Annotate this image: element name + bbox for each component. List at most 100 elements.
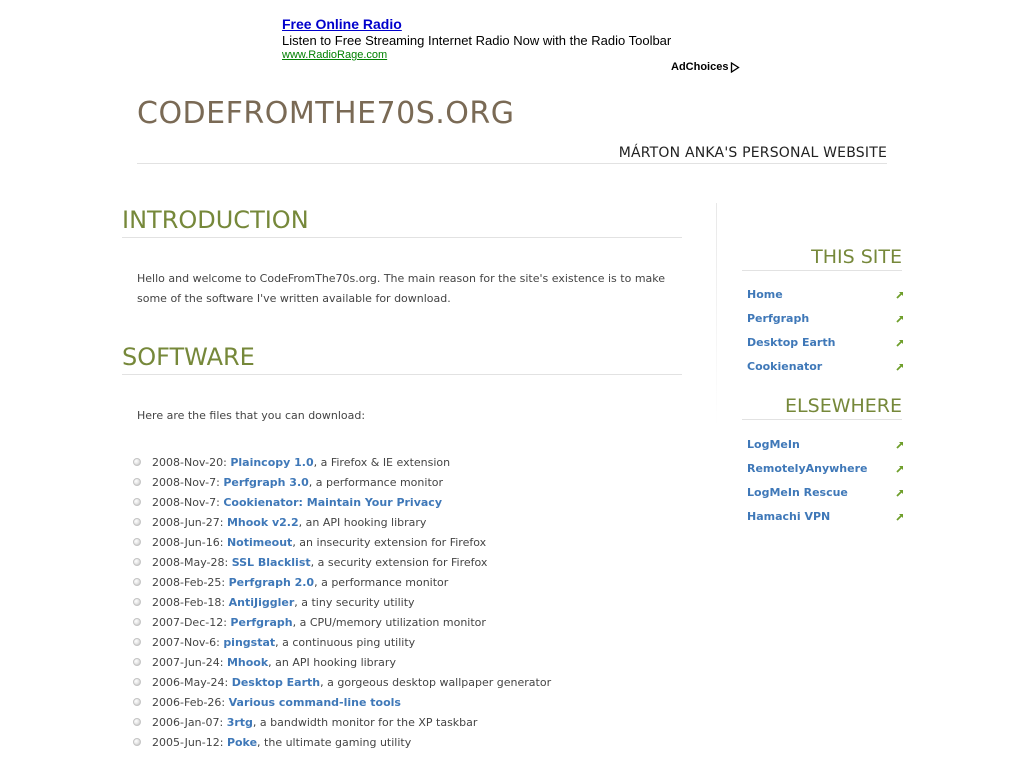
sidebar-item-home[interactable]: Home xyxy=(742,283,906,307)
file-date: 2006-Jan-07: xyxy=(152,716,227,729)
circle-bullet-icon xyxy=(133,458,141,466)
file-link-pingstat[interactable]: pingstat xyxy=(223,636,275,649)
file-link-perfgraph-3-0[interactable]: Perfgraph 3.0 xyxy=(223,476,308,489)
arrow-up-right-icon xyxy=(896,441,904,449)
file-link-various-command-line-tools[interactable]: Various command-line tools xyxy=(229,696,401,709)
sidebar-item-hamachi-vpn[interactable]: Hamachi VPN xyxy=(742,505,906,529)
adchoices-link[interactable]: AdChoices xyxy=(671,61,741,73)
circle-bullet-icon xyxy=(133,698,141,706)
file-list-item: 2008-Feb-25: Perfgraph 2.0, a performanc… xyxy=(133,573,551,593)
site-title[interactable]: CODEFROMTHE70S.ORG xyxy=(137,96,515,131)
circle-bullet-icon xyxy=(133,538,141,546)
file-date: 2008-May-28: xyxy=(152,556,232,569)
software-heading: SOFTWARE xyxy=(122,342,682,375)
sidebar-link-label[interactable]: LogMeIn xyxy=(747,438,800,451)
file-link-ssl-blacklist[interactable]: SSL Blacklist xyxy=(232,556,311,569)
sidebar-item-cookienator[interactable]: Cookienator xyxy=(742,355,906,379)
file-description: , a tiny security utility xyxy=(294,596,415,609)
file-date: 2008-Nov-20: xyxy=(152,456,231,469)
arrow-up-right-icon xyxy=(896,489,904,497)
file-list-item: 2008-Feb-18: AntiJiggler, a tiny securit… xyxy=(133,593,551,613)
file-link-perfgraph-2-0[interactable]: Perfgraph 2.0 xyxy=(229,576,314,589)
sidebar-item-logmein-rescue[interactable]: LogMeIn Rescue xyxy=(742,481,906,505)
file-link-cookienator-maintain-your-privacy[interactable]: Cookienator: Maintain Your Privacy xyxy=(223,496,442,509)
file-description: , an API hooking library xyxy=(298,516,427,529)
file-description: , an API hooking library xyxy=(268,656,396,669)
file-list-item: 2005-Jun-12: Poke, the ultimate gaming u… xyxy=(133,733,551,753)
file-date: 2007-Jun-24: xyxy=(152,656,227,669)
introduction-heading: INTRODUCTION xyxy=(122,205,682,238)
sidebar-link-label[interactable]: Hamachi VPN xyxy=(747,510,830,523)
sidebar-link-label[interactable]: RemotelyAnywhere xyxy=(747,462,867,475)
this-site-heading: THIS SITE xyxy=(742,245,902,271)
arrow-up-right-icon xyxy=(896,291,904,299)
circle-bullet-icon xyxy=(133,558,141,566)
file-link-3rtg[interactable]: 3rtg xyxy=(227,716,253,729)
circle-bullet-icon xyxy=(133,718,141,726)
ad-text: Listen to Free Streaming Internet Radio … xyxy=(282,33,672,48)
file-list-item: 2008-Nov-7: Perfgraph 3.0, a performance… xyxy=(133,473,551,493)
file-date: 2008-Feb-18: xyxy=(152,596,229,609)
software-file-list: 2008-Nov-20: Plaincopy 1.0, a Firefox & … xyxy=(133,453,551,753)
sidebar-link-label[interactable]: Perfgraph xyxy=(747,312,809,325)
circle-bullet-icon xyxy=(133,678,141,686)
elsewhere-heading: ELSEWHERE xyxy=(742,394,902,420)
file-list-item: 2007-Nov-6: pingstat, a continuous ping … xyxy=(133,633,551,653)
file-link-perfgraph[interactable]: Perfgraph xyxy=(230,616,292,629)
file-list-item: 2008-Jun-27: Mhook v2.2, an API hooking … xyxy=(133,513,551,533)
circle-bullet-icon xyxy=(133,518,141,526)
file-link-notimeout[interactable]: Notimeout xyxy=(227,536,292,549)
file-list-item: 2008-Nov-7: Cookienator: Maintain Your P… xyxy=(133,493,551,513)
file-link-poke[interactable]: Poke xyxy=(227,736,257,749)
file-list-item: 2007-Jun-24: Mhook, an API hooking libra… xyxy=(133,653,551,673)
software-intro-text: Here are the files that you can download… xyxy=(137,409,366,422)
file-link-desktop-earth[interactable]: Desktop Earth xyxy=(232,676,320,689)
arrow-up-right-icon xyxy=(896,513,904,521)
circle-bullet-icon xyxy=(133,478,141,486)
sidebar-link-label[interactable]: Desktop Earth xyxy=(747,336,835,349)
circle-bullet-icon xyxy=(133,598,141,606)
file-link-plaincopy-1-0[interactable]: Plaincopy 1.0 xyxy=(230,456,313,469)
arrow-up-right-icon xyxy=(896,363,904,371)
sidebar-link-label[interactable]: LogMeIn Rescue xyxy=(747,486,848,499)
circle-bullet-icon xyxy=(133,578,141,586)
arrow-up-right-icon xyxy=(896,465,904,473)
ad-title-link[interactable]: Free Online Radio xyxy=(282,16,742,33)
file-description: , an insecurity extension for Firefox xyxy=(292,536,487,549)
file-description: , a security extension for Firefox xyxy=(310,556,488,569)
circle-bullet-icon xyxy=(133,658,141,666)
file-description: , a CPU/memory utilization monitor xyxy=(292,616,486,629)
site-subtitle: MÁRTON ANKA'S PERSONAL WEBSITE xyxy=(618,145,887,161)
file-description: , the ultimate gaming utility xyxy=(257,736,412,749)
file-date: 2008-Jun-27: xyxy=(152,516,227,529)
file-list-item: 2006-Jan-07: 3rtg, a bandwidth monitor f… xyxy=(133,713,551,733)
file-date: 2008-Nov-7: xyxy=(152,476,224,489)
file-date: 2008-Jun-16: xyxy=(152,536,227,549)
circle-bullet-icon xyxy=(133,618,141,626)
ad-banner: Free Online Radio Listen to Free Streami… xyxy=(282,16,742,73)
file-link-antijiggler[interactable]: AntiJiggler xyxy=(229,596,295,609)
file-date: 2005-Jun-12: xyxy=(152,736,227,749)
sidebar-link-label[interactable]: Home xyxy=(747,288,783,301)
file-list-item: 2008-May-28: SSL Blacklist, a security e… xyxy=(133,553,551,573)
file-link-mhook-v2-2[interactable]: Mhook v2.2 xyxy=(227,516,299,529)
file-date: 2007-Nov-6: xyxy=(152,636,224,649)
circle-bullet-icon xyxy=(133,638,141,646)
circle-bullet-icon xyxy=(133,738,141,746)
file-date: 2006-May-24: xyxy=(152,676,232,689)
file-date: 2007-Dec-12: xyxy=(152,616,231,629)
file-link-mhook[interactable]: Mhook xyxy=(227,656,268,669)
arrow-up-right-icon xyxy=(896,339,904,347)
sidebar-item-logmein[interactable]: LogMeIn xyxy=(742,433,906,457)
file-description: , a gorgeous desktop wallpaper generator xyxy=(320,676,552,689)
introduction-text: Hello and welcome to CodeFromThe70s.org.… xyxy=(137,272,666,305)
file-list-item: 2007-Dec-12: Perfgraph, a CPU/memory uti… xyxy=(133,613,551,633)
sidebar-item-remotelyanywhere[interactable]: RemotelyAnywhere xyxy=(742,457,906,481)
sidebar-link-label[interactable]: Cookienator xyxy=(747,360,822,373)
sidebar-item-desktop-earth[interactable]: Desktop Earth xyxy=(742,331,906,355)
header-divider xyxy=(137,163,887,164)
file-list-item: 2006-May-24: Desktop Earth, a gorgeous d… xyxy=(133,673,551,693)
column-divider xyxy=(716,203,717,428)
sidebar-item-perfgraph[interactable]: Perfgraph xyxy=(742,307,906,331)
file-list-item: 2006-Feb-26: Various command-line tools xyxy=(133,693,551,713)
